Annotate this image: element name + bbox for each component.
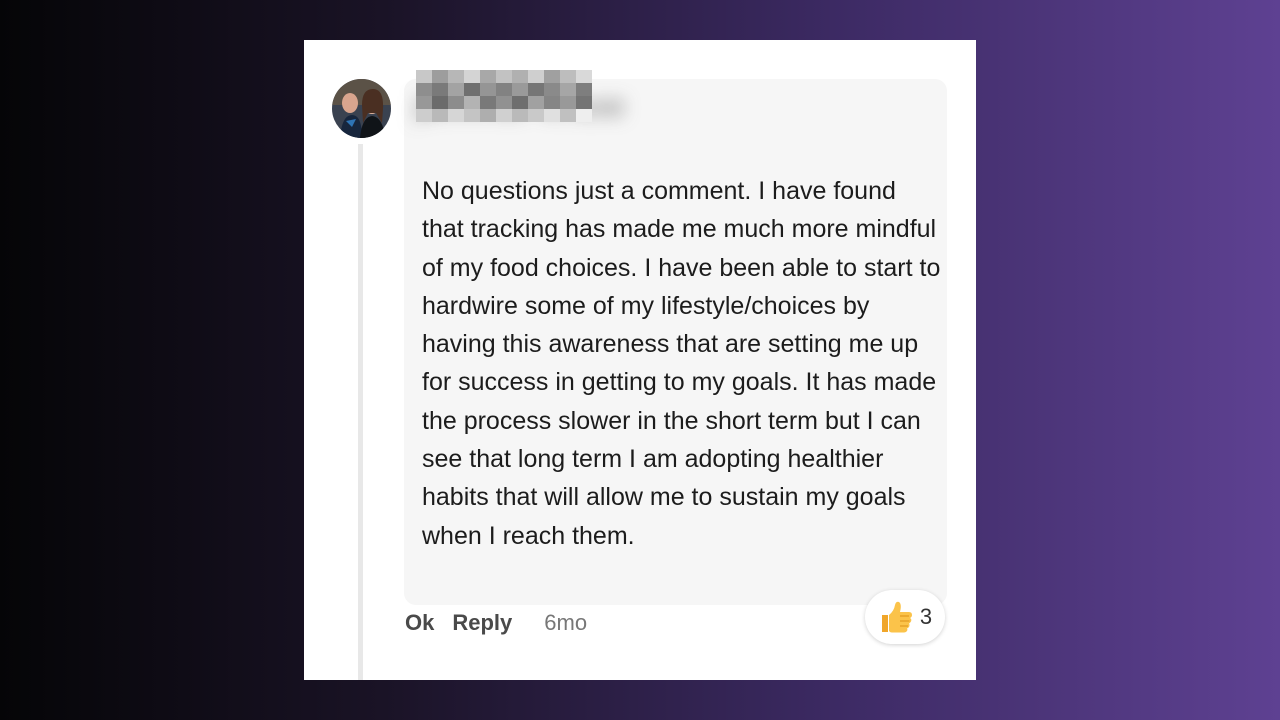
thumbs-up-icon (878, 599, 914, 635)
reaction-count: 3 (919, 604, 933, 629)
reply-button[interactable]: Reply (452, 610, 512, 636)
comment-card: Jennifer Kruse No questions just a comme… (304, 40, 976, 680)
comment-body: No questions just a comment. I have foun… (422, 177, 941, 550)
comment-actions: Ok Reply 6mo (405, 610, 587, 636)
comment-bubble: Jennifer Kruse No questions just a comme… (404, 70, 947, 605)
avatar[interactable] (332, 79, 391, 138)
author-name-blurred[interactable]: Jennifer Kruse (416, 70, 624, 122)
privacy-mosaic (416, 70, 592, 122)
timestamp: 6mo (544, 610, 588, 635)
thread-line (358, 144, 398, 680)
reaction-button[interactable]: 3 (865, 590, 945, 644)
ok-button[interactable]: Ok (405, 610, 434, 636)
